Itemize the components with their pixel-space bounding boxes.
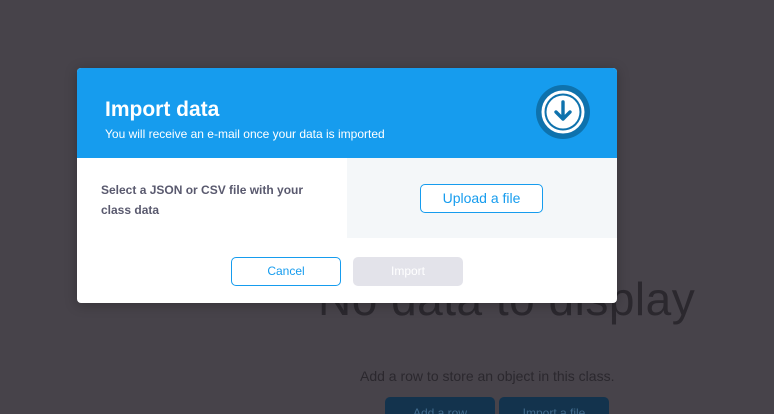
empty-state-subtitle: Add a row to store an object in this cla… <box>360 368 615 384</box>
add-row-button: Add a row <box>385 397 495 414</box>
import-data-modal: Import data You will receive an e-mail o… <box>77 68 617 303</box>
download-circle-icon <box>536 85 590 139</box>
modal-subtitle: You will receive an e-mail once your dat… <box>105 127 385 141</box>
modal-footer: Cancel Import <box>77 239 617 303</box>
file-field-input-section: Upload a file <box>347 158 617 238</box>
modal-body: Select a JSON or CSV file with your clas… <box>77 158 617 238</box>
upload-file-button[interactable]: Upload a file <box>420 184 543 213</box>
modal-header: Import data You will receive an e-mail o… <box>77 68 617 158</box>
modal-title: Import data <box>105 98 220 121</box>
import-button[interactable]: Import <box>353 257 463 286</box>
file-field-label: Select a JSON or CSV file with your clas… <box>101 183 304 217</box>
import-file-button: Import a file <box>499 397 609 414</box>
cancel-button[interactable]: Cancel <box>231 257 341 286</box>
file-field-label-section: Select a JSON or CSV file with your clas… <box>77 158 347 238</box>
